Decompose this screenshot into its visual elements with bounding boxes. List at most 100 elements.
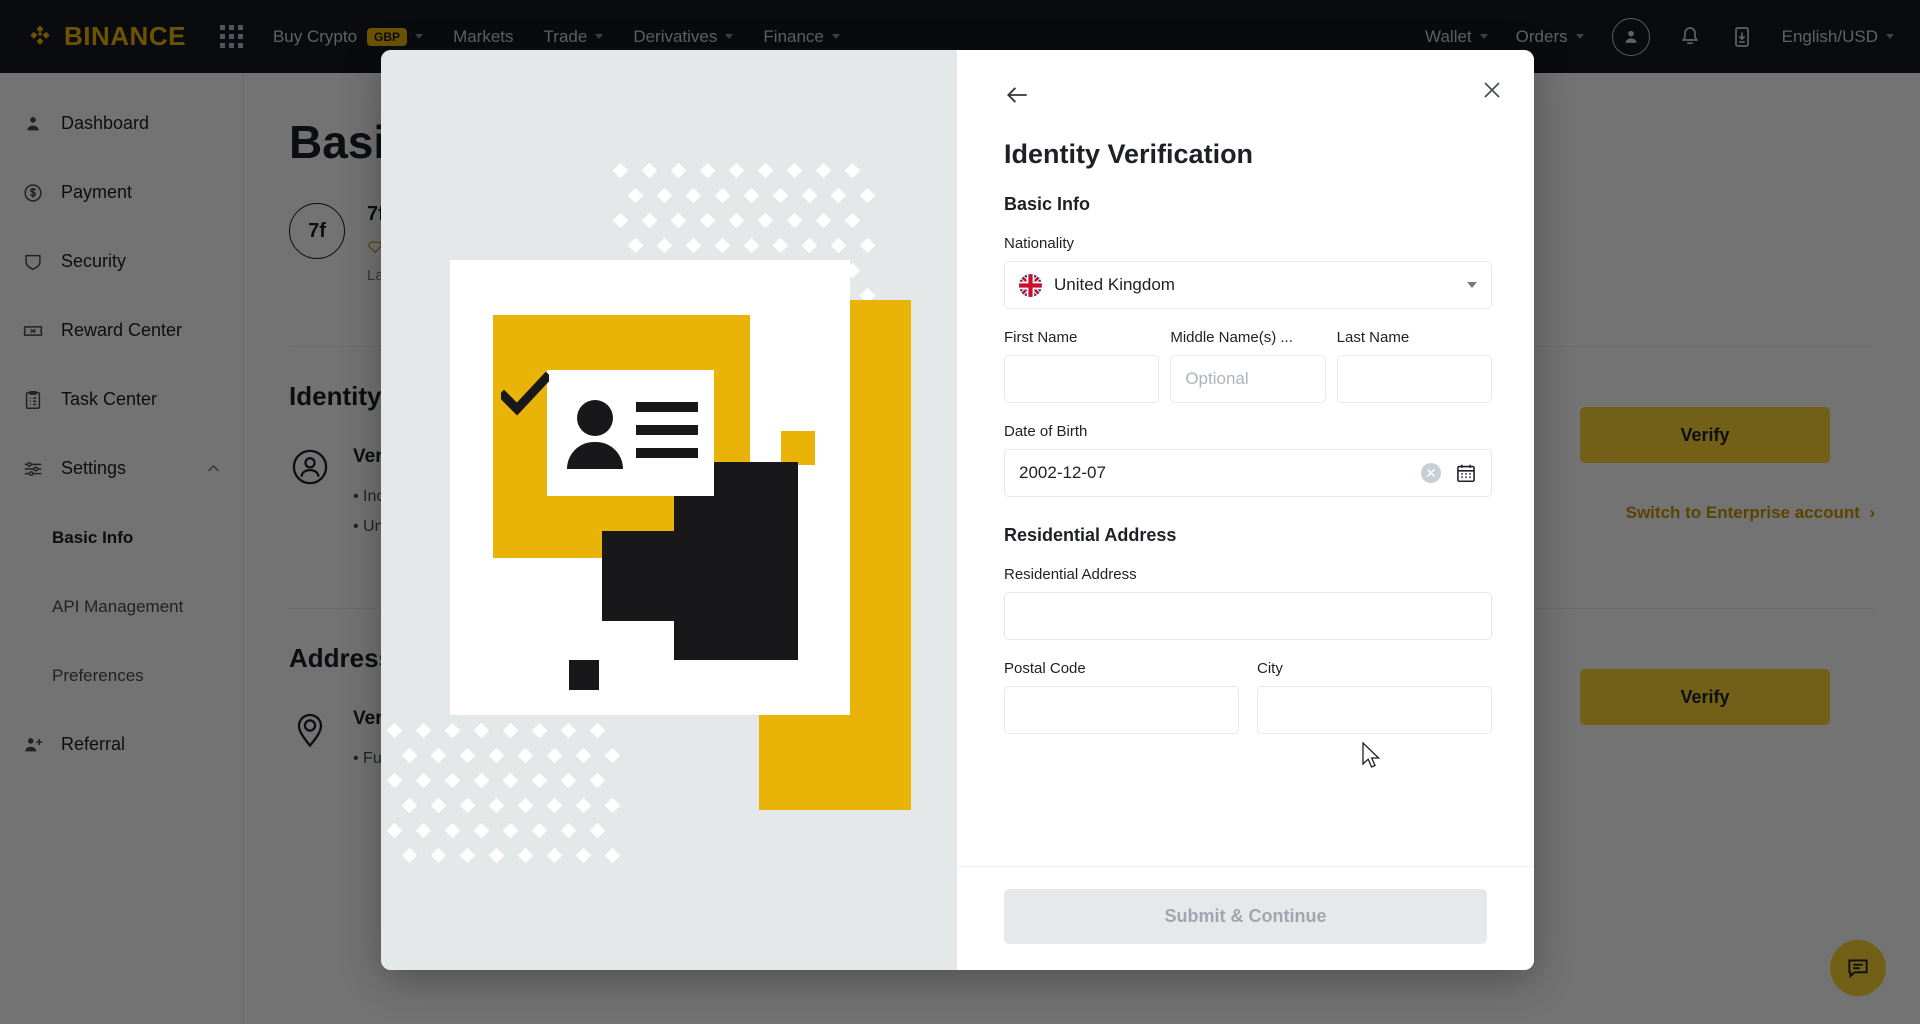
- dot: [743, 187, 759, 204]
- dot-pattern-bottom-left: [386, 722, 627, 873]
- postal-code-input[interactable]: [1019, 687, 1224, 733]
- dot: [656, 187, 672, 204]
- dot: [401, 747, 417, 764]
- address-label: Residential Address: [1004, 566, 1137, 583]
- address-input-box[interactable]: [1004, 592, 1492, 640]
- calendar-icon[interactable]: [1455, 462, 1477, 484]
- dot: [401, 847, 417, 864]
- clear-circle-icon[interactable]: ✕: [1421, 463, 1441, 483]
- postal-code-input-box[interactable]: [1004, 686, 1239, 734]
- dot: [685, 187, 701, 204]
- dob-input[interactable]: [1019, 450, 1421, 496]
- form-pane: Identity Verification Basic Info Nationa…: [957, 50, 1534, 970]
- dot: [786, 162, 803, 179]
- dot: [430, 747, 446, 764]
- first-name-input[interactable]: [1019, 356, 1145, 402]
- nationality-label: Nationality: [1004, 235, 1075, 252]
- dot: [488, 747, 504, 764]
- postal-code-label: Postal Code: [1004, 660, 1086, 677]
- dot: [757, 212, 774, 229]
- submit-continue-button[interactable]: Submit & Continue: [1004, 889, 1487, 944]
- dot: [459, 747, 475, 764]
- first-name-group: First Name: [1004, 329, 1160, 403]
- dot: [627, 187, 643, 204]
- dot: [772, 237, 788, 254]
- dob-label: Date of Birth: [1004, 423, 1088, 440]
- dot: [575, 847, 591, 864]
- dot: [517, 797, 533, 814]
- dot: [830, 187, 846, 204]
- dot: [444, 822, 461, 839]
- dot: [531, 822, 548, 839]
- dot: [728, 162, 745, 179]
- dot: [627, 237, 643, 254]
- dot: [612, 162, 629, 179]
- residential-address-heading: Residential Address: [1004, 525, 1177, 545]
- illustration-black-block-medium: [602, 531, 720, 621]
- dot: [517, 847, 533, 864]
- dot: [728, 212, 745, 229]
- dot: [430, 797, 446, 814]
- dot: [386, 772, 403, 789]
- dot: [641, 212, 658, 229]
- city-input[interactable]: [1272, 687, 1477, 733]
- dot: [699, 162, 716, 179]
- illustration-id-photo-head: [577, 400, 613, 436]
- dot: [473, 722, 490, 739]
- dot: [473, 772, 490, 789]
- dob-input-box[interactable]: ✕: [1004, 449, 1492, 497]
- last-name-label: Last Name: [1336, 329, 1410, 346]
- basic-info-heading: Basic Info: [1004, 194, 1091, 214]
- nationality-value: United Kingdom: [1054, 275, 1175, 294]
- dot: [604, 847, 620, 864]
- middle-name-input-box[interactable]: [1170, 355, 1326, 403]
- mouse-cursor: [1362, 742, 1381, 768]
- modal-title: Identity Verification: [1004, 139, 1254, 169]
- checkmark-icon: [501, 372, 549, 416]
- close-icon[interactable]: [1480, 78, 1504, 102]
- illustration-id-text-line: [636, 425, 698, 435]
- city-input-box[interactable]: [1257, 686, 1492, 734]
- dot: [859, 237, 875, 254]
- dot: [589, 772, 606, 789]
- dot: [757, 162, 774, 179]
- last-name-group: Last Name: [1336, 329, 1492, 403]
- dot: [430, 847, 446, 864]
- dot: [502, 772, 519, 789]
- dot: [488, 797, 504, 814]
- dot: [589, 722, 606, 739]
- dot: [786, 212, 803, 229]
- dot: [612, 212, 629, 229]
- middle-name-group: Middle Name(s) ...: [1170, 329, 1326, 403]
- dot: [502, 822, 519, 839]
- back-arrow-icon[interactable]: [1004, 82, 1030, 108]
- city-group: City: [1257, 660, 1492, 734]
- dot: [772, 187, 788, 204]
- dot: [575, 747, 591, 764]
- dot: [386, 722, 403, 739]
- dot: [685, 237, 701, 254]
- dot: [560, 822, 577, 839]
- first-name-input-box[interactable]: [1004, 355, 1160, 403]
- illustration-small-gold-square: [781, 431, 815, 465]
- dot: [473, 822, 490, 839]
- postal-code-group: Postal Code: [1004, 660, 1239, 734]
- dot: [815, 212, 832, 229]
- dot: [859, 187, 875, 204]
- illustration-black-block-small: [569, 660, 599, 690]
- last-name-input-box[interactable]: [1336, 355, 1492, 403]
- form-scroll-area: Identity Verification Basic Info Nationa…: [957, 50, 1534, 866]
- middle-name-input[interactable]: [1185, 356, 1311, 402]
- address-input[interactable]: [1019, 593, 1477, 639]
- last-name-input[interactable]: [1351, 356, 1477, 402]
- illustration-id-text-line: [636, 448, 698, 458]
- middle-name-label: Middle Name(s) ...: [1170, 329, 1293, 346]
- dot: [641, 162, 658, 179]
- nationality-select[interactable]: United Kingdom: [1004, 261, 1492, 309]
- dot: [575, 797, 591, 814]
- name-fields-row: First Name Middle Name(s) ... Last Name: [1004, 329, 1492, 403]
- dot: [699, 212, 716, 229]
- dot: [589, 822, 606, 839]
- dot: [670, 162, 687, 179]
- modal-footer: Submit & Continue: [957, 866, 1534, 970]
